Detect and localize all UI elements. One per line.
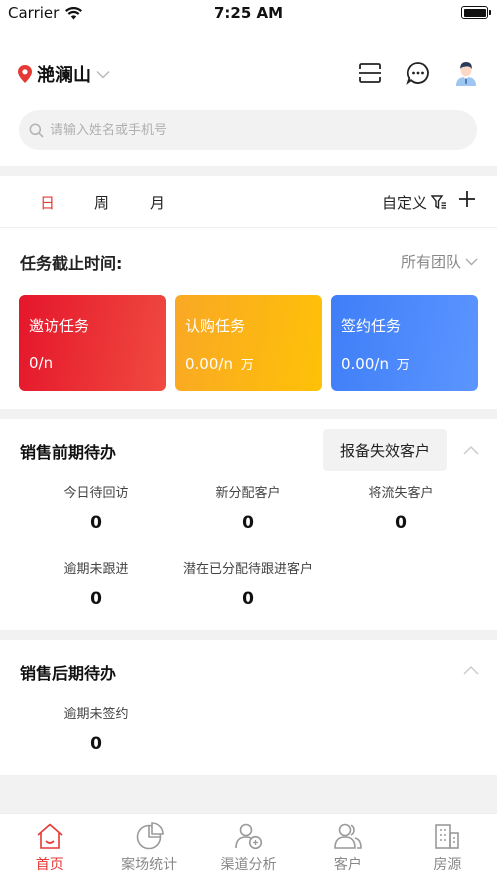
section-divider — [0, 409, 497, 419]
location-name: 滟澜山 — [37, 65, 91, 86]
location-selector[interactable]: 滟澜山 — [18, 61, 110, 87]
period-tabs: 日 周 月 自定义 — [0, 178, 497, 228]
tab-day[interactable]: 日 — [40, 192, 55, 213]
post-sales-title: 销售后期待办 — [20, 664, 117, 683]
add-icon[interactable] — [457, 189, 477, 209]
task-cards: 邀访任务 0/n 认购任务 0.00/n 万 签约任务 0.00/n 万 — [19, 295, 478, 391]
stat-today-followup[interactable]: 今日待回访 0 — [16, 482, 176, 533]
card-value: 0.00/n — [185, 355, 233, 373]
profile-button[interactable] — [453, 60, 479, 86]
tab-site-stats[interactable]: 案场统计 — [99, 814, 198, 883]
card-value-row: 0/n — [29, 354, 156, 372]
card-title: 认购任务 — [185, 317, 246, 335]
deadline-row: 任务截止时间: 所有团队 — [20, 250, 478, 276]
stat-overdue-unsigned[interactable]: 逾期未签约 0 — [16, 703, 176, 754]
chat-bubble-icon — [406, 62, 429, 85]
header-actions — [357, 60, 479, 86]
stat-label: 将流失客户 — [368, 486, 434, 501]
pre-sales-title: 销售前期待办 — [20, 443, 117, 462]
team-selector-label: 所有团队 — [400, 253, 461, 271]
scan-button[interactable] — [357, 60, 383, 86]
report-invalid-customers-button[interactable]: 报备失效客户 — [323, 429, 447, 471]
avatar-icon — [456, 62, 476, 86]
custom-filter-button[interactable]: 自定义 — [382, 192, 447, 213]
channel-user-icon — [234, 823, 262, 850]
stat-label: 今日待回访 — [63, 486, 129, 501]
deadline-label: 任务截止时间: — [20, 254, 123, 273]
tab-label: 渠道分析 — [220, 857, 277, 873]
app-header: 滟澜山 — [0, 52, 497, 94]
location-pin-icon — [18, 65, 32, 83]
bottom-tabbar: 首页 案场统计 渠道分析 客户 房源 — [0, 813, 497, 883]
stat-value: 0 — [90, 589, 102, 609]
chevron-down-icon — [465, 258, 478, 265]
stat-losing-customers[interactable]: 将流失客户 0 — [321, 482, 481, 533]
invite-task-card[interactable]: 邀访任务 0/n — [19, 295, 166, 391]
tab-channel-analysis[interactable]: 渠道分析 — [199, 814, 298, 883]
stat-value: 0 — [242, 513, 254, 533]
section-divider — [0, 166, 497, 176]
search-icon — [29, 123, 44, 138]
card-unit: 万 — [396, 358, 410, 373]
battery-icon — [461, 6, 491, 19]
home-icon — [37, 823, 63, 849]
bottom-spacer — [0, 775, 497, 813]
card-value-row: 0.00/n 万 — [341, 354, 468, 373]
stat-label: 逾期未跟进 — [63, 562, 129, 577]
tab-customers[interactable]: 客户 — [298, 814, 397, 883]
stat-value: 0 — [395, 513, 407, 533]
stat-potential-assigned[interactable]: 潜在已分配待跟进客户 0 — [158, 558, 338, 609]
tab-label: 房源 — [433, 857, 462, 873]
message-button[interactable] — [405, 60, 431, 86]
tab-label: 首页 — [35, 857, 64, 873]
section-divider — [0, 630, 497, 640]
chevron-down-icon — [96, 70, 110, 79]
filter-icon — [431, 195, 446, 210]
stat-label: 逾期未签约 — [63, 707, 129, 722]
search-input[interactable] — [50, 122, 450, 138]
stat-value: 0 — [90, 513, 102, 533]
card-value-row: 0.00/n 万 — [185, 354, 312, 373]
tab-month[interactable]: 月 — [150, 192, 165, 213]
custom-filter-label: 自定义 — [381, 194, 427, 212]
tab-properties[interactable]: 房源 — [398, 814, 497, 883]
team-selector[interactable]: 所有团队 — [401, 251, 478, 272]
tab-label: 案场统计 — [121, 857, 178, 873]
card-unit: 万 — [240, 358, 254, 373]
tab-home[interactable]: 首页 — [0, 814, 99, 883]
status-bar: Carrier 7:25 AM — [0, 0, 497, 26]
stat-label: 潜在已分配待跟进客户 — [182, 562, 313, 577]
building-icon — [435, 824, 460, 849]
customers-icon — [334, 823, 362, 849]
tab-week[interactable]: 周 — [94, 192, 109, 213]
stat-overdue-followup[interactable]: 逾期未跟进 0 — [16, 558, 176, 609]
stat-label: 新分配客户 — [215, 486, 281, 501]
sign-task-card[interactable]: 签约任务 0.00/n 万 — [331, 295, 478, 391]
chevron-up-icon[interactable] — [463, 665, 479, 675]
stat-value: 0 — [242, 589, 254, 609]
search-bar[interactable] — [19, 110, 477, 150]
card-title: 签约任务 — [341, 317, 402, 335]
stat-value: 0 — [90, 734, 102, 754]
subscribe-task-card[interactable]: 认购任务 0.00/n 万 — [175, 295, 322, 391]
card-value: 0.00/n — [341, 355, 389, 373]
card-value: 0/n — [29, 354, 54, 372]
chevron-up-icon[interactable] — [463, 445, 479, 455]
scan-icon — [359, 63, 381, 83]
card-title: 邀访任务 — [29, 317, 90, 335]
pie-chart-icon — [136, 822, 164, 850]
status-time: 7:25 AM — [213, 4, 284, 22]
stat-new-assigned[interactable]: 新分配客户 0 — [168, 482, 328, 533]
tab-label: 客户 — [333, 857, 362, 873]
